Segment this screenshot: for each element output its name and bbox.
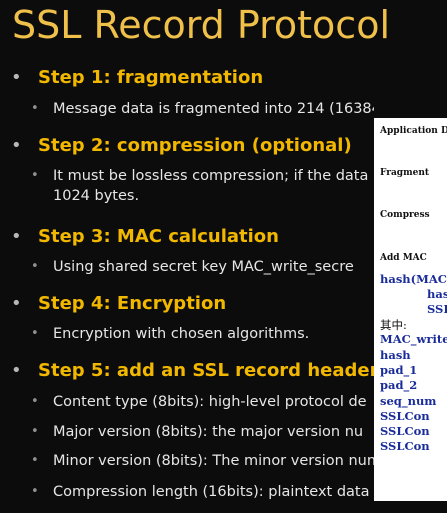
overlay-compress-label: Compress bbox=[380, 210, 430, 220]
ssl-record-diagram-overlay: Application Da Fragment Compress Add MAC… bbox=[374, 118, 447, 501]
step-1-detail: • Message data is fragmented into 214 (1… bbox=[0, 97, 374, 121]
content-type-text: Content type (8bits): high-level protoco… bbox=[53, 394, 367, 410]
step-3-detail-text: Using shared secret key MAC_write_secre bbox=[53, 259, 354, 275]
overlay-pad1-line: pad_1 bbox=[380, 363, 418, 377]
bullet-dot-icon: • bbox=[11, 293, 22, 314]
overlay-where-label: 其中: bbox=[380, 318, 407, 332]
step-2-heading: Step 2: compression (optional) bbox=[38, 135, 352, 156]
slide-title: SSL Record Protocol bbox=[12, 3, 390, 47]
overlay-sslcon-line-2: SSLCon bbox=[380, 424, 430, 438]
overlay-ssl-line: SSI bbox=[427, 302, 447, 316]
step-1-heading: Step 1: fragmentation bbox=[38, 67, 264, 88]
overlay-sslcon-line-3: SSLCon bbox=[380, 439, 430, 453]
overlay-hash-mac-line: hash(MAC_ bbox=[380, 272, 447, 286]
sub-bullet-dot-icon: • bbox=[31, 484, 39, 499]
overlay-mac-write-line: MAC_write bbox=[380, 332, 447, 346]
step-5-bullet: • Step 5: add an SSL record header bbox=[0, 359, 374, 383]
step-3-detail: • Using shared secret key MAC_write_secr… bbox=[0, 255, 374, 279]
bullet-dot-icon: • bbox=[11, 67, 22, 88]
step-3-heading: Step 3: MAC calculation bbox=[38, 226, 279, 247]
sub-bullet-dot-icon: • bbox=[31, 101, 39, 116]
step-5-detail-major-version: • Major version (8bits): the major versi… bbox=[0, 420, 374, 444]
overlay-application-data-label: Application Da bbox=[380, 126, 447, 136]
step-2-detail: • It must be lossless compression; if th… bbox=[0, 164, 374, 210]
sub-bullet-dot-icon: • bbox=[31, 326, 39, 341]
bullet-dot-icon: • bbox=[11, 226, 22, 247]
sub-bullet-dot-icon: • bbox=[31, 424, 39, 439]
overlay-add-mac-label: Add MAC bbox=[380, 253, 427, 263]
step-4-detail: • Encryption with chosen algorithms. bbox=[0, 322, 374, 346]
overlay-fragment-label: Fragment bbox=[380, 168, 430, 178]
sub-bullet-dot-icon: • bbox=[31, 453, 39, 468]
bullet-dot-icon: • bbox=[11, 135, 22, 156]
sub-bullet-dot-icon: • bbox=[31, 168, 39, 183]
step-5-detail-minor-version: • Minor version (8bits): The minor versi… bbox=[0, 449, 374, 473]
step-2-detail-text-line2: 1024 bytes. bbox=[53, 188, 140, 204]
step-1-bullet: • Step 1: fragmentation bbox=[0, 66, 447, 90]
step-1-detail-text: Message data is fragmented into 214 (163… bbox=[53, 101, 374, 117]
sub-bullet-dot-icon: • bbox=[31, 259, 39, 274]
overlay-hash-line: hash bbox=[380, 348, 411, 362]
bullet-dot-icon: • bbox=[11, 360, 22, 381]
step-5-detail-content-type: • Content type (8bits): high-level proto… bbox=[0, 390, 374, 414]
sub-bullet-dot-icon: • bbox=[31, 394, 39, 409]
step-5-heading: Step 5: add an SSL record header bbox=[38, 360, 374, 381]
overlay-sslcon-line-1: SSLCon bbox=[380, 409, 430, 423]
step-4-heading: Step 4: Encryption bbox=[38, 293, 227, 314]
major-version-text: Major version (8bits): the major version… bbox=[53, 424, 364, 440]
compression-length-text: Compression length (16bits): plaintext d… bbox=[53, 484, 414, 500]
overlay-has-line: has bbox=[427, 287, 447, 301]
overlay-seq-num-line: seq_num bbox=[380, 394, 437, 408]
overlay-pad2-line: pad_2 bbox=[380, 378, 418, 392]
minor-version-text: Minor version (8bits): The minor version… bbox=[53, 453, 374, 469]
step-4-detail-text: Encryption with chosen algorithms. bbox=[53, 326, 310, 342]
